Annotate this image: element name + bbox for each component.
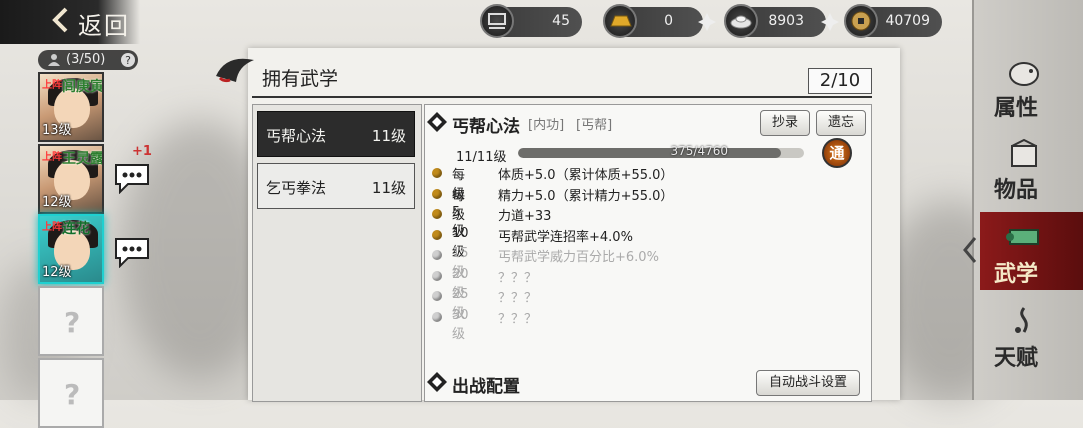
- character-name: 连花: [62, 221, 90, 237]
- skill-name: 乞丐拳法: [266, 179, 327, 197]
- add-silver-icon[interactable]: [820, 12, 840, 32]
- chat-bubble-icon[interactable]: [112, 236, 152, 268]
- bullet-icon: [432, 250, 442, 260]
- tab-label: 武学: [994, 261, 1039, 287]
- resource-cart[interactable]: 45: [480, 4, 582, 38]
- tab-attributes[interactable]: 属性: [980, 46, 1083, 124]
- character-name: 闾庚寅: [62, 79, 104, 95]
- detail-skill-name: 丐帮心法: [452, 117, 520, 137]
- character-level: 12级: [42, 195, 72, 210]
- bullet-icon: [432, 229, 442, 240]
- add-gold-icon[interactable]: [697, 12, 717, 32]
- talent-icon: [1015, 307, 1028, 333]
- auto-battle-button[interactable]: 自动战斗设置: [756, 370, 860, 396]
- skill-count: 2/10: [808, 68, 872, 94]
- effect-text: 精力+5.0（累计精力+55.0）: [498, 188, 674, 204]
- bullet-icon: [432, 311, 442, 322]
- bullet-icon: [432, 168, 442, 178]
- boost-badge: +1: [132, 144, 152, 159]
- diamond-icon: [427, 112, 447, 132]
- skill-name: 丐帮心法: [266, 127, 327, 145]
- box-icon: [1011, 138, 1037, 167]
- battle-config-title: 出战配置: [452, 377, 520, 397]
- resource-gold[interactable]: 0: [603, 4, 716, 38]
- copper-coin-icon: [844, 4, 878, 38]
- scroll-icon: [1006, 229, 1039, 245]
- brush-stroke-icon: [216, 58, 254, 83]
- resource-value: 0: [664, 13, 673, 29]
- character-name: 王灵露: [62, 151, 104, 167]
- mastery-badge[interactable]: 通: [822, 138, 852, 168]
- chevron-left-icon: [963, 237, 977, 263]
- tab-martial-arts[interactable]: 武学: [980, 212, 1083, 290]
- empty-slot-mark: ?: [64, 378, 81, 411]
- empty-slot[interactable]: ?: [38, 286, 104, 356]
- pig-icon: [1009, 62, 1039, 86]
- resource-value: 8903: [768, 13, 804, 29]
- silver-ingot-icon: [724, 4, 758, 38]
- copy-button[interactable]: 抄录: [760, 110, 810, 136]
- effect-text: 力道+33: [498, 209, 552, 224]
- party-icon: [48, 54, 60, 66]
- skill-sect-tag: [丐帮]: [576, 118, 613, 133]
- tab-label: 天赋: [994, 345, 1039, 371]
- skill-type-tag: [内功]: [528, 118, 565, 133]
- gold-bar-icon: [603, 4, 637, 38]
- chevron-left-icon: [52, 7, 68, 33]
- experience-text: 375/4760: [670, 144, 729, 158]
- help-icon[interactable]: ?: [120, 52, 136, 68]
- chat-bubble-icon[interactable]: [112, 162, 152, 194]
- side-nav: 属性 物品 武学 天赋: [972, 0, 1083, 400]
- effect-level: 30级: [452, 307, 469, 342]
- back-button[interactable]: 返回: [0, 0, 140, 44]
- effect-text: 丐帮武学威力百分比+6.0%: [498, 250, 659, 265]
- tab-items[interactable]: 物品: [980, 128, 1083, 206]
- skill-list: 丐帮心法 11级 乞丐拳法 11级: [252, 104, 422, 402]
- resource-copper[interactable]: 40709: [844, 4, 942, 38]
- deployed-tag: 上阵: [42, 152, 62, 163]
- deployed-tag: 上阵: [42, 80, 62, 91]
- tab-label: 属性: [994, 95, 1039, 121]
- character-level: 13级: [42, 123, 72, 138]
- resource-value: 45: [552, 13, 570, 29]
- tab-label: 物品: [994, 177, 1039, 203]
- tab-talents[interactable]: 天赋: [980, 296, 1083, 374]
- back-label: 返回: [78, 12, 130, 40]
- bullet-icon: [432, 188, 442, 199]
- roster-count: (3/50) ?: [38, 50, 138, 70]
- effect-text: 丐帮武学连招率+4.0%: [498, 229, 633, 245]
- character-level: 12级: [42, 265, 72, 280]
- roster-character-selected[interactable]: 上阵 连花 12级: [38, 214, 104, 284]
- empty-slot-mark: ?: [64, 306, 81, 339]
- deployed-tag: 上阵: [42, 222, 62, 233]
- effect-text: 体质+5.0（累计体质+55.0）: [498, 168, 674, 183]
- effect-text: ？？？: [498, 311, 538, 327]
- skill-level: 11级: [371, 179, 406, 197]
- divider: [252, 96, 872, 98]
- effect-text: ？？？: [498, 270, 538, 286]
- skill-level: 11级: [371, 127, 406, 145]
- roster-count-text: (3/50): [66, 52, 106, 67]
- forget-button[interactable]: 遗忘: [816, 110, 866, 136]
- cart-icon: [480, 4, 514, 38]
- roster-character[interactable]: 上阵 王灵露 12级: [38, 144, 104, 214]
- empty-slot[interactable]: ?: [38, 358, 104, 428]
- bullet-icon: [432, 270, 442, 281]
- roster-character[interactable]: 上阵 闾庚寅 13级: [38, 72, 104, 142]
- effect-text: ？？？: [498, 291, 538, 306]
- bullet-icon: [432, 291, 442, 301]
- skill-item-selected[interactable]: 丐帮心法 11级: [257, 111, 415, 157]
- resource-silver[interactable]: 8903: [724, 4, 839, 38]
- level-progress-label: 11/11级: [456, 150, 507, 165]
- diamond-icon: [427, 372, 447, 392]
- resource-value: 40709: [885, 13, 930, 29]
- bullet-icon: [432, 209, 442, 219]
- skill-item[interactable]: 乞丐拳法 11级: [257, 163, 415, 209]
- svg-text:?: ?: [125, 54, 131, 67]
- panel-title: 拥有武学: [262, 68, 339, 90]
